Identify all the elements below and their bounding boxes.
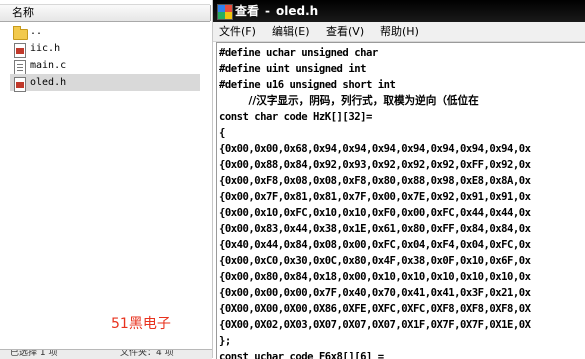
menu-bar: 文件(F) 编辑(E) 查看(V) 帮助(H) (213, 22, 585, 42)
code-line: //汉字显示，阴码，列行式，取模为逆向（低位在 (219, 95, 479, 107)
viewer-window: 查看 - oled.h 文件(F) 编辑(E) 查看(V) 帮助(H) #defin… (213, 0, 585, 359)
c-file-icon (12, 59, 26, 75)
watermark-text: 51黑电子 (111, 316, 171, 332)
file-name: main.c (30, 60, 67, 71)
code-line: {0x00,0xC0,0x30,0x0C,0x80,0x4F,0x38,0x0F… (219, 255, 531, 267)
title-prefix: 查看 (235, 4, 260, 18)
code-line: {0x40,0x44,0x84,0x08,0x00,0xFC,0x04,0xF4… (219, 239, 531, 251)
column-divider[interactable] (210, 5, 211, 21)
file-list: .. iic.h main.c oled.h (10, 23, 200, 92)
file-item-parent-folder[interactable]: .. (10, 23, 200, 40)
status-count: 文件夹：4 项 (120, 349, 174, 358)
file-name: oled.h (30, 77, 67, 88)
code-line: {0x00,0x00,0x00,0x7F,0x40,0x70,0x41,0x41… (219, 287, 531, 299)
file-panel: 名称 .. iic.h main.c oled.h 51黑电子 已选择 1 项 … (0, 0, 213, 359)
menu-edit[interactable]: 编辑(E) (270, 22, 312, 41)
code-line: {0X00,0X00,0X00,0X86,0XFE,0XFC,0XFC,0XF8… (219, 303, 531, 315)
code-line: {0x00,0xF8,0x08,0x08,0xF8,0x80,0x88,0x98… (219, 175, 531, 187)
code-line: {0x00,0x88,0x84,0x92,0x93,0x92,0x92,0x92… (219, 159, 531, 171)
code-line: const char code HzK[][32]= (219, 111, 372, 123)
title-separator: - (265, 4, 270, 18)
code-line: { (219, 127, 225, 139)
title-filename: oled.h (276, 4, 319, 18)
file-item-main-c[interactable]: main.c (10, 57, 200, 75)
code-line: {0x00,0x7F,0x81,0x81,0x7F,0x00,0x7E,0x92… (219, 191, 531, 203)
code-line: {0x00,0x80,0x84,0x18,0x00,0x10,0x10,0x10… (219, 271, 531, 283)
viewer-app-icon[interactable] (217, 4, 233, 20)
window-title: 查看 - oled.h (235, 0, 318, 22)
code-line: {0X00,0X02,0X03,0X07,0X07,0X07,0X1F,0X7F… (219, 319, 531, 331)
menu-view[interactable]: 查看(V) (324, 22, 366, 41)
folder-icon (12, 25, 28, 40)
title-bar[interactable]: 查看 - oled.h (213, 0, 585, 22)
code-line: #define u16 unsigned short int (219, 79, 396, 91)
name-column-label: 名称 (12, 6, 34, 19)
file-name: iic.h (30, 43, 61, 54)
code-view[interactable]: #define uchar unsigned char #define uint… (216, 42, 585, 359)
code-line: {0x00,0x00,0x68,0x94,0x94,0x94,0x94,0x94… (219, 143, 531, 155)
code-line: #define uint unsigned int (219, 63, 366, 75)
file-item-oled-h[interactable]: oled.h (10, 74, 200, 92)
header-file-icon (12, 42, 26, 58)
file-item-iic-h[interactable]: iic.h (10, 40, 200, 58)
menu-help[interactable]: 帮助(H) (378, 22, 421, 41)
name-column-header[interactable]: 名称 (0, 4, 211, 22)
code-line: }; (219, 335, 231, 347)
menu-file[interactable]: 文件(F) (217, 22, 258, 41)
code-line: {0x00,0x83,0x44,0x38,0x1E,0x61,0x80,0xFF… (219, 223, 531, 235)
header-file-icon (12, 76, 26, 92)
file-name: .. (30, 26, 43, 37)
code-line: {0x00,0x10,0xFC,0x10,0x10,0xF0,0x00,0xFC… (219, 207, 531, 219)
status-selection: 已选择 1 项 (10, 349, 58, 358)
code-line: #define uchar unsigned char (219, 47, 378, 59)
